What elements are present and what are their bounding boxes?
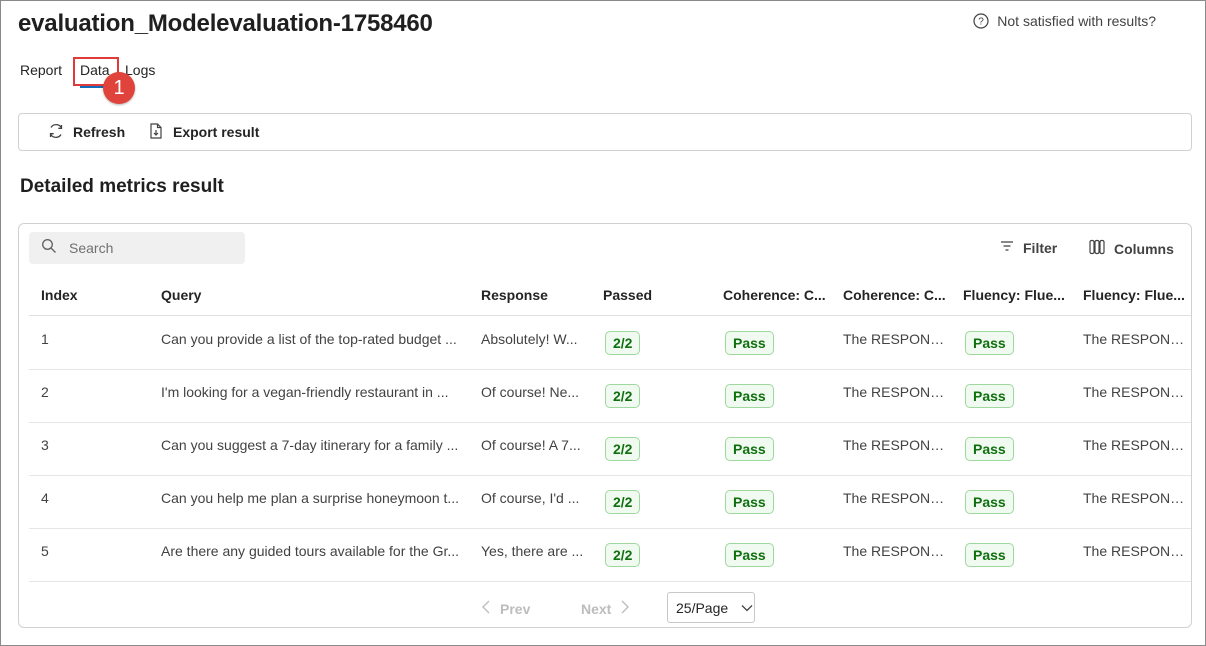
coherence-result-badge: Pass	[725, 490, 774, 514]
metrics-table-card: Filter Columns Index Query Response Pass…	[18, 223, 1192, 628]
column-header-fluency-reason[interactable]: Fluency: Flue...	[1083, 287, 1185, 303]
fluency-reason-cell: The RESPONS...	[1083, 384, 1191, 400]
response-cell: Of course! Ne...	[481, 384, 580, 400]
index-cell: 1	[41, 331, 49, 347]
table-row[interactable]: 2 I'm looking for a vegan-friendly resta…	[29, 370, 1191, 423]
query-cell: Are there any guided tours available for…	[161, 543, 460, 559]
table-header: Index Query Response Passed Coherence: C…	[29, 274, 1191, 316]
index-cell: 4	[41, 490, 49, 506]
column-header-response[interactable]: Response	[481, 287, 548, 303]
passed-badge: 2/2	[605, 331, 641, 355]
export-result-label: Export result	[173, 124, 260, 140]
coherence-result-badge: Pass	[725, 437, 774, 461]
toolbar: Refresh Export result	[18, 113, 1192, 151]
filter-button[interactable]: Filter	[999, 238, 1057, 257]
passed-badge: 2/2	[605, 437, 641, 461]
fluency-result-badge: Pass	[965, 384, 1014, 408]
question-circle-icon: ?	[973, 13, 989, 29]
passed-badge: 2/2	[605, 490, 641, 514]
page-size-value: 25/Page	[676, 599, 729, 616]
query-cell: Can you suggest a 7-day itinerary for a …	[161, 437, 459, 453]
chevron-left-icon	[480, 599, 492, 618]
table-row[interactable]: 3 Can you suggest a 7-day itinerary for …	[29, 423, 1191, 476]
coherence-reason-cell: The RESPONS...	[843, 543, 949, 559]
index-cell: 5	[41, 543, 49, 559]
fluency-reason-cell: The RESPONS...	[1083, 331, 1191, 347]
index-cell: 3	[41, 437, 49, 453]
columns-button[interactable]: Columns	[1088, 238, 1174, 259]
query-cell: I'm looking for a vegan-friendly restaur…	[161, 384, 449, 400]
coherence-reason-cell: The RESPONS...	[843, 384, 949, 400]
columns-icon	[1088, 238, 1106, 259]
coherence-result-badge: Pass	[725, 331, 774, 355]
tab-report[interactable]: Report	[20, 62, 62, 78]
column-header-fluency-result[interactable]: Fluency: Flue...	[963, 287, 1065, 303]
coherence-result-badge: Pass	[725, 543, 774, 567]
column-header-query[interactable]: Query	[161, 287, 201, 303]
search-icon	[41, 238, 57, 259]
export-document-icon	[147, 122, 165, 143]
prev-label: Prev	[500, 600, 531, 617]
page-title: evaluation_Modelevaluation-1758460	[18, 10, 433, 37]
search-input[interactable]	[67, 239, 227, 257]
column-header-index[interactable]: Index	[41, 287, 78, 303]
next-page-button[interactable]: Next	[581, 599, 631, 618]
coherence-result-badge: Pass	[725, 384, 774, 408]
step-callout-badge: 1	[103, 72, 135, 104]
prev-page-button[interactable]: Prev	[480, 599, 530, 618]
refresh-button[interactable]: Refresh	[47, 114, 125, 150]
columns-label: Columns	[1114, 240, 1174, 257]
filter-icon	[999, 238, 1015, 257]
coherence-reason-cell: The RESPONS...	[843, 331, 949, 347]
column-header-coherence-reason[interactable]: Coherence: C...	[843, 287, 946, 303]
response-cell: Of course! A 7...	[481, 437, 581, 453]
response-cell: Yes, there are ...	[481, 543, 584, 559]
passed-badge: 2/2	[605, 543, 641, 567]
filter-label: Filter	[1023, 239, 1058, 256]
search-box[interactable]	[29, 232, 245, 264]
pagination: Prev Next 25/Page	[19, 592, 1191, 623]
table-row[interactable]: 4 Can you help me plan a surprise honeym…	[29, 476, 1191, 529]
chevron-right-icon	[619, 599, 631, 618]
fluency-result-badge: Pass	[965, 543, 1014, 567]
section-title: Detailed metrics result	[20, 176, 224, 197]
fluency-reason-cell: The RESPONS...	[1083, 437, 1191, 453]
refresh-icon	[47, 122, 65, 143]
help-link-label: Not satisfied with results?	[997, 13, 1156, 29]
coherence-reason-cell: The RESPONS...	[843, 437, 949, 453]
fluency-reason-cell: The RESPONS...	[1083, 490, 1191, 506]
fluency-reason-cell: The RESPONS...	[1083, 543, 1191, 559]
help-link[interactable]: ? Not satisfied with results?	[973, 13, 1156, 29]
fluency-result-badge: Pass	[965, 437, 1014, 461]
table-row[interactable]: 1 Can you provide a list of the top-rate…	[29, 317, 1191, 370]
coherence-reason-cell: The RESPONS...	[843, 490, 949, 506]
export-result-button[interactable]: Export result	[147, 114, 259, 150]
fluency-result-badge: Pass	[965, 490, 1014, 514]
index-cell: 2	[41, 384, 49, 400]
column-header-coherence-result[interactable]: Coherence: C...	[723, 287, 826, 303]
passed-badge: 2/2	[605, 384, 641, 408]
svg-text:?: ?	[978, 17, 984, 28]
refresh-label: Refresh	[73, 124, 126, 140]
fluency-result-badge: Pass	[965, 331, 1014, 355]
column-header-passed[interactable]: Passed	[603, 287, 652, 303]
page-size-select[interactable]: 25/Page	[667, 592, 755, 623]
chevron-down-icon	[740, 600, 754, 616]
query-cell: Can you provide a list of the top-rated …	[161, 331, 457, 347]
table-row[interactable]: 5 Are there any guided tours available f…	[29, 529, 1191, 582]
response-cell: Of course, I'd ...	[481, 490, 580, 506]
response-cell: Absolutely! W...	[481, 331, 578, 347]
next-label: Next	[581, 600, 612, 617]
query-cell: Can you help me plan a surprise honeymoo…	[161, 490, 460, 506]
